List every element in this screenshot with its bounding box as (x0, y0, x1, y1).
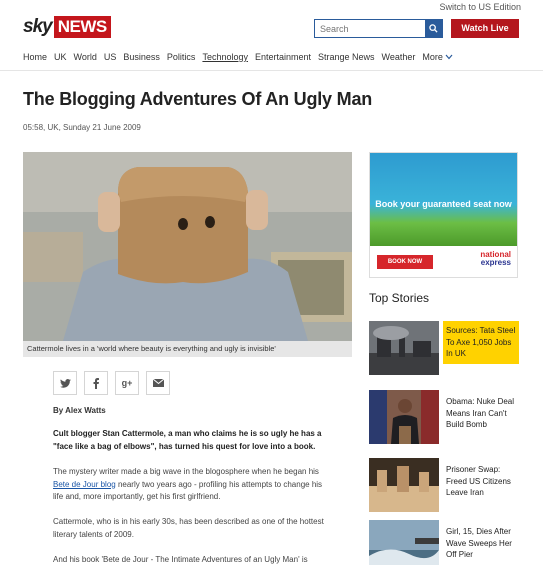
facebook-icon (93, 377, 99, 389)
search-box (314, 19, 443, 38)
nav-item-home[interactable]: Home (23, 52, 47, 62)
paragraph-text: The mystery writer made a big wave in th… (53, 467, 319, 476)
national-express-logo: national express (480, 251, 511, 267)
nav-item-politics[interactable]: Politics (167, 52, 196, 62)
top-stories-heading: Top Stories (369, 291, 430, 305)
logo-news-text: NEWS (53, 16, 111, 38)
story-item[interactable]: Prisoner Swap: Freed US Citizens Leave I… (369, 458, 519, 512)
story-thumbnail (369, 520, 439, 565)
story-headline: Obama: Nuke Deal Means Iran Can't Build … (446, 397, 515, 429)
article-headline: The Blogging Adventures Of An Ugly Man (23, 89, 373, 109)
nav-item-technology[interactable]: Technology (202, 52, 248, 62)
share-bar: g+ (53, 371, 170, 395)
article-paragraph: The mystery writer made a big wave in th… (53, 466, 328, 504)
search-input[interactable] (315, 20, 425, 37)
ad-footer: BOOK NOW national express (370, 246, 517, 277)
brand-line-2: express (480, 258, 511, 267)
ad-headline: Book your guaranteed seat now (375, 199, 512, 209)
article-byline: By Alex Watts (53, 406, 106, 415)
article-lead-paragraph: Cult blogger Stan Cattermole, a man who … (53, 429, 322, 451)
twitter-icon (59, 378, 71, 388)
advertisement-banner[interactable]: Book your guaranteed seat now BOOK NOW n… (369, 152, 518, 278)
story-thumbnail (369, 458, 439, 512)
share-twitter-button[interactable] (53, 371, 77, 395)
nav-more[interactable]: More (422, 52, 453, 62)
photo-caption: Cattermole lives in a 'world where beaut… (23, 341, 352, 357)
story-thumbnail (369, 390, 439, 444)
story-headline: Girl, 15, Dies After Wave Sweeps Her Off… (446, 527, 512, 559)
search-icon (429, 24, 438, 33)
logo-sky-text: sky (23, 16, 53, 37)
site-header: Switch to US Edition sky NEWS Watch Live (0, 0, 543, 40)
article-photo (23, 152, 352, 341)
story-item[interactable]: Obama: Nuke Deal Means Iran Can't Build … (369, 390, 519, 444)
nav-divider (0, 70, 543, 71)
google-plus-icon: g+ (121, 378, 133, 388)
story-item[interactable]: Girl, 15, Dies After Wave Sweeps Her Off… (369, 520, 519, 565)
ad-book-now-button[interactable]: BOOK NOW (377, 255, 433, 269)
share-facebook-button[interactable] (84, 371, 108, 395)
nav-item-business[interactable]: Business (123, 52, 160, 62)
email-icon (152, 379, 164, 387)
share-google-plus-button[interactable]: g+ (115, 371, 139, 395)
story-thumbnail (369, 321, 439, 375)
nav-item-us[interactable]: US (104, 52, 117, 62)
bete-de-jour-blog-link[interactable]: Bete de Jour blog (53, 480, 116, 489)
nav-item-strange-news[interactable]: Strange News (318, 52, 375, 62)
nav-item-weather[interactable]: Weather (382, 52, 416, 62)
search-button[interactable] (425, 20, 442, 37)
article-paragraph: And his book 'Bete de Jour - The Intimat… (53, 555, 308, 564)
share-email-button[interactable] (146, 371, 170, 395)
ad-image: Book your guaranteed seat now (370, 153, 517, 246)
nav-item-entertainment[interactable]: Entertainment (255, 52, 311, 62)
chevron-down-icon (445, 54, 453, 60)
story-headline: Sources: Tata Steel To Axe 1,050 Jobs In… (446, 326, 516, 358)
sky-news-logo[interactable]: sky NEWS (23, 16, 111, 38)
nav-more-label: More (422, 52, 443, 62)
nav-item-uk[interactable]: UK (54, 52, 67, 62)
main-nav: Home UK World US Business Politics Techn… (23, 52, 460, 62)
article-dateline: 05:58, UK, Sunday 21 June 2009 (23, 123, 141, 132)
story-item[interactable]: Sources: Tata Steel To Axe 1,050 Jobs In… (369, 321, 519, 375)
article-paragraph: Cattermole, who is in his early 30s, has… (53, 517, 324, 539)
story-headline: Prisoner Swap: Freed US Citizens Leave I… (446, 465, 511, 497)
edition-switch-link[interactable]: Switch to US Edition (439, 2, 521, 12)
nav-item-world[interactable]: World (74, 52, 97, 62)
watch-live-button[interactable]: Watch Live (451, 19, 519, 38)
